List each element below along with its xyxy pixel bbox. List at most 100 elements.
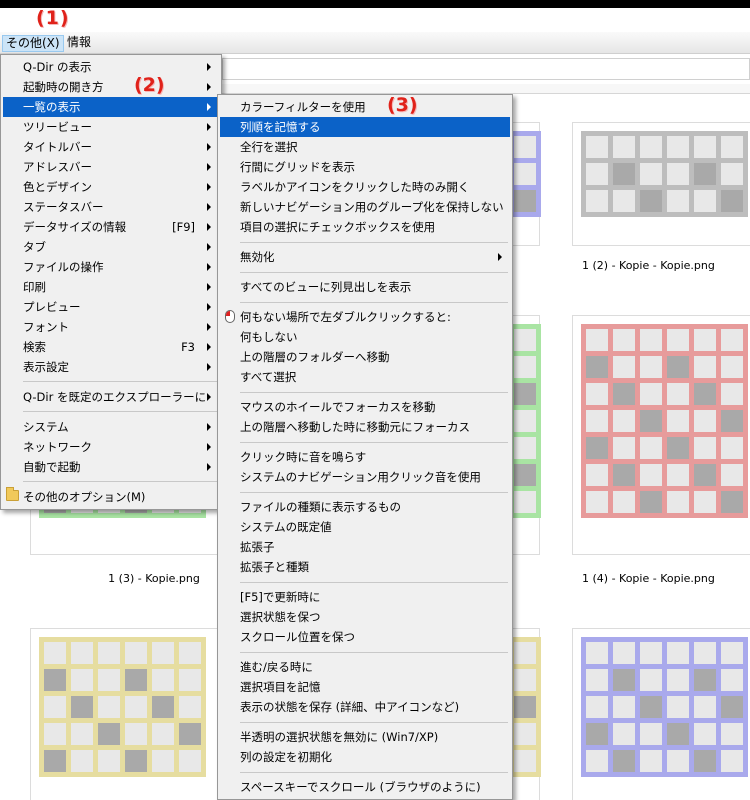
thumb-cell [613,491,635,513]
thumb-cell [514,464,536,486]
thumb-cell [721,491,743,513]
thumb-cell [667,723,689,745]
menu-item-label: ラベルかアイコンをクリックした時のみ開く [240,180,470,194]
menu-item[interactable]: Q-Dir の表示 [3,57,219,77]
menu-item[interactable]: 上の階層のフォルダーへ移動 [220,347,510,367]
thumb-cell [721,642,743,664]
thumb-cell [613,356,635,378]
menu-item[interactable]: 表示の状態を保存 (詳細、中アイコンなど) [220,697,510,717]
menu-item[interactable]: カラーフィルターを使用 [220,97,510,117]
menu-item[interactable]: 列順を記憶する [220,117,510,137]
menu-item[interactable]: Q-Dir を既定のエクスプローラーに [3,387,219,407]
menu-separator [240,492,508,493]
menu-info[interactable]: 情報 [64,35,94,52]
menu-item[interactable]: 無効化 [220,247,510,267]
thumb-cell [694,329,716,351]
menu-item[interactable]: 選択項目を記憶 [220,677,510,697]
menu-item[interactable]: 全行を選択 [220,137,510,157]
thumb-cell [640,163,662,185]
menu-item[interactable]: アドレスバー [3,157,219,177]
menu-item[interactable]: ラベルかアイコンをクリックした時のみ開く [220,177,510,197]
submenu-arrow-icon [207,343,211,351]
menu-item[interactable]: その他のオプション(M) [3,487,219,507]
menu-item[interactable]: 半透明の選択状態を無効に (Win7/XP) [220,727,510,747]
thumbnail[interactable] [572,122,750,246]
menu-item[interactable]: タブ [3,237,219,257]
menu-item[interactable]: タイトルバー [3,137,219,157]
menu-item-label: ステータスバー [23,200,104,214]
menu-item[interactable]: クリック時に音を鳴らす [220,447,510,467]
menu-item-label: システムのナビゲーション用クリック音を使用 [240,470,481,484]
thumb-cell [586,491,608,513]
menu-separator [240,772,508,773]
thumbnail[interactable] [572,315,750,555]
thumb-cell [44,642,66,664]
menu-item[interactable]: ツリービュー [3,117,219,137]
menu-item[interactable]: ネットワーク [3,437,219,457]
menu-item-label: マウスのホイールでフォーカスを移動 [240,400,436,414]
thumb-cell [514,383,536,405]
thumb-cell [514,356,536,378]
thumb-cell [694,464,716,486]
menu-other[interactable]: その他(X) [2,35,64,52]
menu-item[interactable]: 新しいナビゲーション用のグループ化を保持しない [220,197,510,217]
menu-item[interactable]: すべてのビューに列見出しを表示 [220,277,510,297]
menu-item[interactable]: 拡張子と種類 [220,557,510,577]
menu-item[interactable]: データサイズの情報 [F9] [3,217,219,237]
menu-item-label: 起動時の開き方 [23,80,104,94]
thumb-cell [694,356,716,378]
thumb-cell [179,696,201,718]
thumb-cell [98,696,120,718]
menu-item[interactable]: 何もない場所で左ダブルクリックすると: [220,307,510,327]
menu-item[interactable]: 一覧の表示 [3,97,219,117]
menu-item[interactable]: プレビュー [3,297,219,317]
thumb-cell [152,723,174,745]
menu-item-label: クリック時に音を鳴らす [240,450,367,464]
menu-item[interactable]: 拡張子 [220,537,510,557]
menu-item[interactable]: 上の階層へ移動した時に移動元にフォーカス [220,417,510,437]
menu-item[interactable]: 印刷 [3,277,219,297]
thumb-cell [514,190,536,212]
menu-item[interactable]: 行間にグリッドを表示 [220,157,510,177]
thumb-cell [71,696,93,718]
menu-item[interactable]: 何もしない [220,327,510,347]
menu-item[interactable]: ステータスバー [3,197,219,217]
menu-item[interactable]: 検索 F3 [3,337,219,357]
thumb-cell [694,190,716,212]
menu-item[interactable]: [F5]で更新時に [220,587,510,607]
menu-item[interactable]: マウスのホイールでフォーカスを移動 [220,397,510,417]
menu-item[interactable]: すべて選択 [220,367,510,387]
submenu-arrow-icon [207,263,211,271]
thumb-cell [613,329,635,351]
thumbnail[interactable] [572,628,750,800]
menu-item[interactable]: フォント [3,317,219,337]
menu-item[interactable]: システムの既定値 [220,517,510,537]
menu-item[interactable]: 進む/戻る時に [220,657,510,677]
menu-item[interactable]: システムのナビゲーション用クリック音を使用 [220,467,510,487]
thumb-cell [514,437,536,459]
thumbnail[interactable] [30,628,218,800]
menu-item[interactable]: 色とデザイン [3,177,219,197]
menu-item-label: その他のオプション(M) [23,490,146,504]
menu-item[interactable]: スペースキーでスクロール (ブラウザのように) [220,777,510,797]
thumb-cell [667,356,689,378]
menu-item-label: Q-Dir の表示 [23,60,92,74]
menu-item[interactable]: 列の設定を初期化 [220,747,510,767]
menu-item[interactable]: ファイルの操作 [3,257,219,277]
menu-item-label: 何もしない [240,330,298,344]
menu-item[interactable]: 表示設定 [3,357,219,377]
thumb-cell [125,669,147,691]
thumb-cell [613,163,635,185]
menu-separator [240,442,508,443]
menu-item[interactable]: 選択状態を保つ [220,607,510,627]
menu-item[interactable]: システム [3,417,219,437]
menu-item[interactable]: 自動で起動 [3,457,219,477]
menu-item[interactable]: 項目の選択にチェックボックスを使用 [220,217,510,237]
menu-item[interactable]: 起動時の開き方 [3,77,219,97]
thumb-cell [98,723,120,745]
menu-item[interactable]: ファイルの種類に表示するもの [220,497,510,517]
thumb-cell [694,383,716,405]
address-bar[interactable] [222,58,750,80]
thumb-cell [71,669,93,691]
menu-item[interactable]: スクロール位置を保つ [220,627,510,647]
